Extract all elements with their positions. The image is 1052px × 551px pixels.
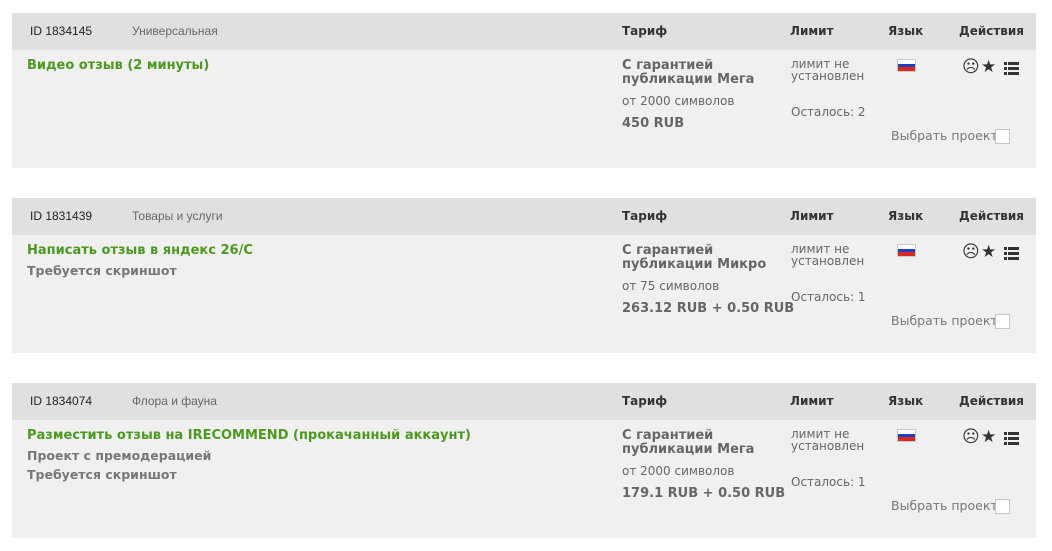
select-project-checkbox[interactable] bbox=[995, 499, 1010, 514]
project-note: Требуется скриншот bbox=[27, 467, 177, 482]
project-id: ID 1834074 bbox=[30, 394, 93, 408]
tariff-column-header: Тариф bbox=[622, 209, 668, 223]
star-icon[interactable]: ★ bbox=[981, 243, 996, 261]
remaining-count: Осталось: 1 bbox=[791, 290, 866, 304]
project-card-header: ID 1834074 Флора и фауна Тариф Лимит Язы… bbox=[12, 383, 1036, 420]
tariff-price: 263.12 RUB + 0.50 RUB bbox=[622, 301, 795, 316]
project-title-link[interactable]: Видео отзыв (2 минуты) bbox=[27, 58, 209, 73]
language-column-header: Язык bbox=[888, 209, 924, 223]
select-project-label: Выбрать проект bbox=[891, 498, 998, 513]
project-note: Проект с премодерацией bbox=[27, 448, 212, 463]
limit-column-header: Лимит bbox=[790, 209, 834, 223]
limit-status: лимит не установлен bbox=[791, 427, 865, 453]
sad-face-icon[interactable]: ☹ bbox=[962, 243, 980, 261]
select-project-label: Выбрать проект bbox=[891, 128, 998, 143]
tariff-column-header: Тариф bbox=[622, 24, 668, 38]
project-id: ID 1831439 bbox=[30, 209, 93, 223]
russia-flag-icon bbox=[897, 59, 916, 72]
limit-column-header: Лимит bbox=[790, 24, 834, 38]
project-title-link[interactable]: Разместить отзыв на IRECOMMEND (прокачан… bbox=[27, 428, 471, 443]
tariff-price: 179.1 RUB + 0.50 RUB bbox=[622, 486, 786, 501]
list-icon[interactable] bbox=[1004, 431, 1019, 449]
tariff-name: С гарантией публикации Микро bbox=[622, 243, 767, 272]
select-project-checkbox[interactable] bbox=[995, 314, 1010, 329]
tariff-name: С гарантией публикации Мега bbox=[622, 58, 755, 87]
select-project-label: Выбрать проект bbox=[891, 313, 998, 328]
limit-status: лимит не установлен bbox=[791, 57, 865, 83]
remaining-count: Осталось: 1 bbox=[791, 475, 866, 489]
project-card: ID 1831439 Товары и услуги Тариф Лимит Я… bbox=[12, 198, 1036, 353]
limit-column-header: Лимит bbox=[790, 394, 834, 408]
tariff-min-chars: от 2000 символов bbox=[622, 464, 735, 478]
project-card-header: ID 1831439 Товары и услуги Тариф Лимит Я… bbox=[12, 198, 1036, 235]
russia-flag-icon bbox=[897, 244, 916, 257]
project-card-header: ID 1834145 Универсальная Тариф Лимит Язы… bbox=[12, 13, 1036, 50]
star-icon[interactable]: ★ bbox=[981, 428, 996, 446]
tariff-name: С гарантией публикации Мега bbox=[622, 428, 755, 457]
project-category: Универсальная bbox=[132, 24, 218, 38]
list-icon[interactable] bbox=[1004, 246, 1019, 264]
project-id: ID 1834145 bbox=[30, 24, 93, 38]
language-column-header: Язык bbox=[888, 24, 924, 38]
actions-column-header: Действия bbox=[959, 24, 1025, 38]
project-category: Флора и фауна bbox=[132, 394, 217, 408]
actions-column-header: Действия bbox=[959, 394, 1025, 408]
language-column-header: Язык bbox=[888, 394, 924, 408]
tariff-column-header: Тариф bbox=[622, 394, 668, 408]
remaining-count: Осталось: 2 bbox=[791, 105, 866, 119]
actions-column-header: Действия bbox=[959, 209, 1025, 223]
sad-face-icon[interactable]: ☹ bbox=[962, 58, 980, 76]
project-category: Товары и услуги bbox=[132, 209, 223, 223]
project-title-link[interactable]: Написать отзыв в яндекс 26/С bbox=[27, 243, 253, 258]
project-card: ID 1834145 Универсальная Тариф Лимит Язы… bbox=[12, 13, 1036, 168]
sad-face-icon[interactable]: ☹ bbox=[962, 428, 980, 446]
project-note: Требуется скриншот bbox=[27, 263, 177, 278]
select-project-checkbox[interactable] bbox=[995, 129, 1010, 144]
tariff-price: 450 RUB bbox=[622, 116, 685, 131]
project-card: ID 1834074 Флора и фауна Тариф Лимит Язы… bbox=[12, 383, 1036, 538]
russia-flag-icon bbox=[897, 429, 916, 442]
tariff-min-chars: от 75 символов bbox=[622, 279, 720, 293]
list-icon[interactable] bbox=[1004, 61, 1019, 79]
star-icon[interactable]: ★ bbox=[981, 58, 996, 76]
limit-status: лимит не установлен bbox=[791, 242, 865, 268]
tariff-min-chars: от 2000 символов bbox=[622, 94, 735, 108]
